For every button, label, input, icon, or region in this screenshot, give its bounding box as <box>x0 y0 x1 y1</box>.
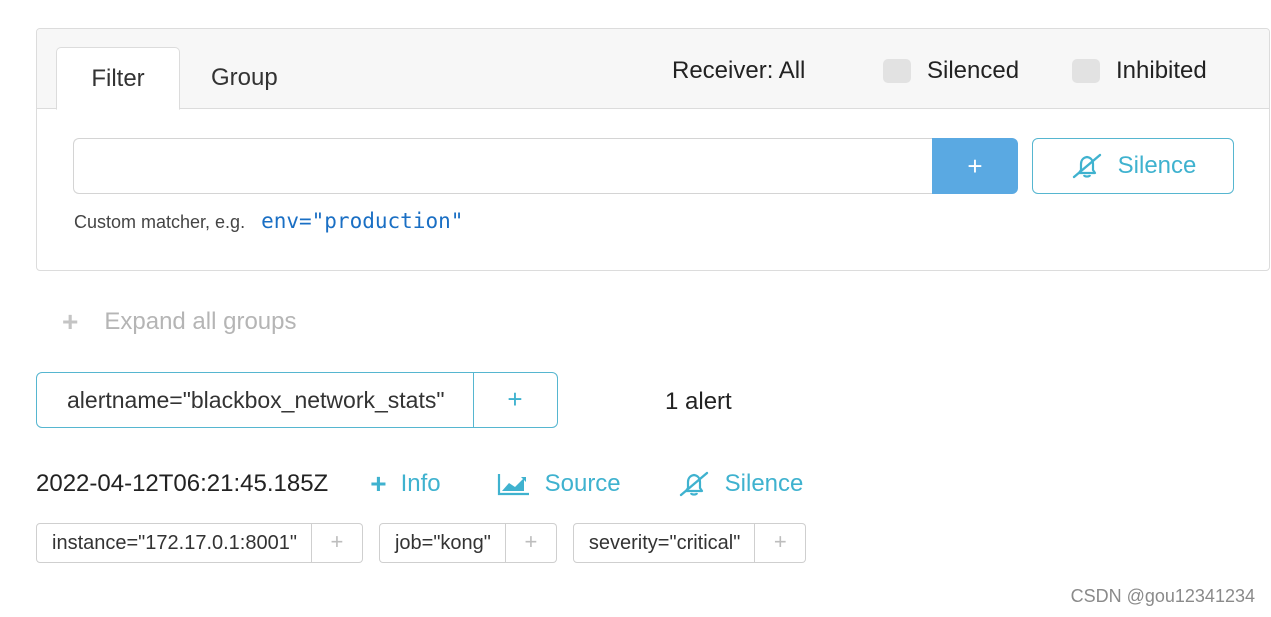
card-header: Filter Group Receiver: All Silenced Inhi… <box>37 29 1269 110</box>
plus-icon: + <box>370 468 387 499</box>
silence-button[interactable]: Silence <box>1032 138 1234 194</box>
alert-row: 2022-04-12T06:21:45.185Z + Info Source S… <box>36 470 859 498</box>
label-chip-job: job="kong" + <box>378 523 557 563</box>
inhibited-checkbox-box[interactable] <box>1072 59 1100 83</box>
label-chip-text[interactable]: severity="critical" <box>572 523 756 563</box>
bell-slash-icon <box>1072 153 1101 179</box>
silenced-checkbox[interactable]: Silenced <box>883 57 1019 85</box>
tab-filter[interactable]: Filter <box>56 47 180 110</box>
group-label-add-button[interactable]: + <box>473 372 558 428</box>
matcher-input[interactable] <box>73 138 933 194</box>
matcher-hint: Custom matcher, e.g. env="production" <box>74 209 463 233</box>
silenced-checkbox-label: Silenced <box>927 57 1020 84</box>
group-label-text[interactable]: alertname="blackbox_network_stats" <box>36 372 474 428</box>
alert-count: 1 alert <box>665 388 732 415</box>
source-link-label: Source <box>544 470 621 497</box>
expand-all-groups-label: Expand all groups <box>104 308 297 335</box>
label-chip-add-button[interactable]: + <box>311 523 363 563</box>
inhibited-checkbox[interactable]: Inhibited <box>1072 57 1207 85</box>
silence-button-label: Silence <box>1117 152 1197 179</box>
watermark: CSDN @gou12341234 <box>1070 586 1255 606</box>
alert-silence-label: Silence <box>724 470 804 497</box>
alert-timestamp: 2022-04-12T06:21:45.185Z <box>36 470 329 497</box>
label-chip-severity: severity="critical" + <box>572 523 807 563</box>
plus-icon: + <box>62 306 79 337</box>
matcher-hint-text: Custom matcher, e.g. <box>74 212 246 232</box>
bell-slash-icon <box>677 470 711 498</box>
label-chip-instance: instance="172.17.0.1:8001" + <box>36 523 363 563</box>
area-chart-icon <box>497 472 531 496</box>
group-label: alertname="blackbox_network_stats" + <box>36 372 558 428</box>
filter-card: Filter Group Receiver: All Silenced Inhi… <box>36 28 1270 271</box>
label-chip-add-button[interactable]: + <box>755 523 807 563</box>
info-button[interactable]: + Info <box>370 470 440 498</box>
info-button-label: Info <box>400 470 441 497</box>
silenced-checkbox-box[interactable] <box>883 59 911 83</box>
alert-silence-button[interactable]: Silence <box>677 470 804 498</box>
label-chip-text[interactable]: job="kong" <box>378 523 506 563</box>
alert-labels: instance="172.17.0.1:8001" + job="kong" … <box>36 523 822 563</box>
expand-all-groups-button[interactable]: + Expand all groups <box>62 306 297 338</box>
inhibited-checkbox-label: Inhibited <box>1116 57 1207 84</box>
label-chip-text[interactable]: instance="172.17.0.1:8001" <box>36 523 312 563</box>
add-matcher-button[interactable]: + <box>932 138 1018 194</box>
label-chip-add-button[interactable]: + <box>505 523 557 563</box>
matcher-hint-example: env="production" <box>261 209 464 233</box>
tab-group[interactable]: Group <box>211 47 278 110</box>
receiver-selector[interactable]: Receiver: All <box>672 57 805 85</box>
source-link[interactable]: Source <box>497 470 621 498</box>
